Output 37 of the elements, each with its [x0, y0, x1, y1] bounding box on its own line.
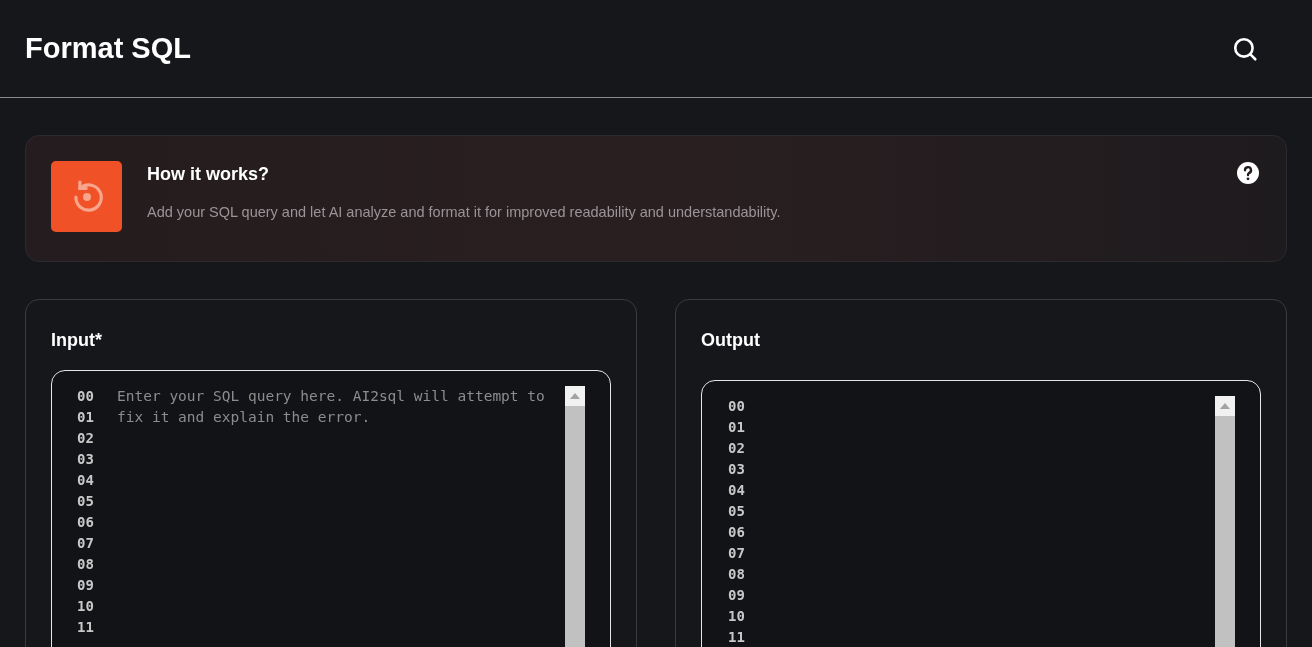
scrollbar[interactable]: [1215, 396, 1235, 647]
line-number: 06: [77, 513, 95, 532]
panel-label: Output: [701, 329, 761, 352]
refresh-icon: [51, 161, 122, 232]
scrollbar[interactable]: [565, 386, 585, 647]
scroll-up-arrow-icon[interactable]: [1220, 403, 1230, 409]
line-number: 09: [728, 586, 746, 605]
sql-input-field[interactable]: 00 01 02 03 04 05 06 07 08 09 10 11 Enter your SQL query here. AI2sql will attempt to fix it and explain the error.: [51, 370, 611, 647]
search-icon[interactable]: [1232, 35, 1258, 62]
line-number: 09: [77, 576, 95, 595]
line-number: 06: [728, 523, 746, 542]
line-number: 07: [728, 544, 746, 563]
scroll-up-arrow-icon[interactable]: [570, 393, 580, 399]
card-title: How it works?: [147, 163, 270, 185]
page-title: Format SQL: [25, 30, 191, 66]
line-number: 05: [77, 492, 95, 511]
panel-label: Input*: [51, 329, 103, 352]
line-number: 02: [728, 439, 746, 458]
line-number: 05: [728, 502, 746, 521]
line-number: 01: [728, 418, 746, 437]
line-number: 01: [77, 408, 95, 427]
line-number: 03: [77, 450, 95, 469]
line-number: 08: [77, 555, 95, 574]
line-number: 08: [728, 565, 746, 584]
line-number: 10: [728, 607, 746, 626]
line-number: 00: [728, 397, 746, 416]
line-number: 04: [728, 481, 746, 500]
line-number: 00: [77, 387, 95, 406]
line-number: 04: [77, 471, 95, 490]
line-number: 10: [77, 597, 95, 616]
line-number: 02: [77, 429, 95, 448]
line-number: 11: [728, 628, 746, 647]
card-description: Add your SQL query and let AI analyze and format it for improved readability and understandability.: [147, 203, 781, 222]
line-number: 03: [728, 460, 746, 479]
line-number: 11: [77, 618, 95, 637]
help-icon[interactable]: [1236, 161, 1260, 185]
line-number: 07: [77, 534, 95, 553]
